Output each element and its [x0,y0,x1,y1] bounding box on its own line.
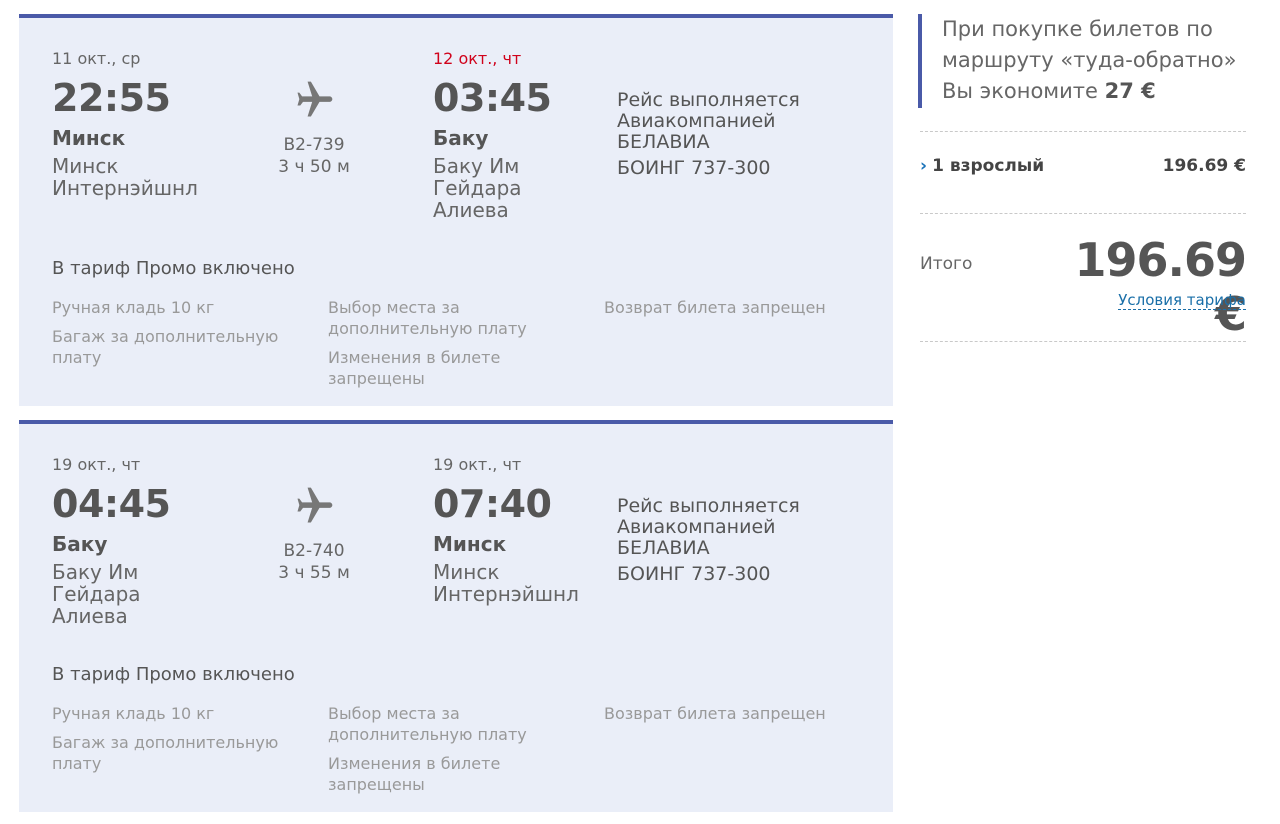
chevron-right-icon: › [920,156,928,176]
arrival-airport: Баку Им Гейдара Алиева [433,154,522,222]
savings-amount: 27 € [1104,79,1156,103]
tariff-include-item: Выбор места за дополнительную плату [328,704,527,744]
tariff-include-item: Возврат билета запрещен [604,704,826,723]
flight-card-return: 19 окт., чт 04:45 Баку Баку Им Гейдара А… [19,420,893,812]
departure-city: Баку [52,532,108,556]
passenger-label: 1 взрослый [932,156,1045,176]
aircraft-type: БОИНГ 737-300 [617,563,771,585]
tariff-include-item: Ручная кладь 10 кг [52,298,215,317]
aircraft-type: БОИНГ 737-300 [617,157,771,179]
arrival-date: 12 окт., чт [433,49,522,68]
passenger-price: 196.69 € [1162,156,1246,176]
divider [920,213,1246,214]
flight-duration: 3 ч 55 м [278,563,350,583]
passenger-toggle[interactable]: › 1 взрослый [920,156,1044,176]
arrival-city: Баку [433,126,489,150]
tariff-include-item: Ручная кладь 10 кг [52,704,215,723]
tariff-terms-link[interactable]: Условия тарифа [1118,291,1246,310]
departure-time: 22:55 [52,76,171,120]
tariff-include-item: Багаж за дополнительную плату [52,327,279,367]
tariff-include-item: Выбор места за дополнительную плату [328,298,527,338]
departure-date: 11 окт., ср [52,49,141,68]
divider [920,341,1246,342]
flight-duration: 3 ч 50 м [278,157,350,177]
departure-airport: Баку Им Гейдара Алиева [52,560,141,628]
airplane-icon [297,487,333,523]
operator-info: Рейс выполняется Авиакомпанией БЕЛАВИА [617,89,800,153]
tariff-include-item: Возврат билета запрещен [604,298,826,317]
flight-number: B2-740 [283,541,345,561]
arrival-date: 19 окт., чт [433,455,522,474]
tariff-include-item: Изменения в билете запрещены [328,754,501,794]
airplane-icon [297,81,333,117]
operator-info: Рейс выполняется Авиакомпанией БЕЛАВИА [617,495,800,559]
departure-time: 04:45 [52,482,171,526]
tariff-title: В тариф Промо включено [52,258,295,279]
tariff-title: В тариф Промо включено [52,664,295,685]
arrival-time: 07:40 [433,482,552,526]
savings-text: При покупке билетов по маршруту «туда-об… [942,17,1237,103]
divider [920,131,1246,132]
tariff-include-item: Багаж за дополнительную плату [52,733,279,773]
tariff-include-item: Изменения в билете запрещены [328,348,501,388]
arrival-time: 03:45 [433,76,552,120]
departure-city: Минск [52,126,126,150]
terms-link-wrap: Условия тарифа [1100,290,1246,310]
departure-airport: Минск Интернэйшнл [52,154,198,200]
total-label: Итого [920,254,973,274]
flight-number: B2-739 [283,135,345,155]
total-price: 196.69 € [1074,233,1247,341]
roundtrip-savings-note: При покупке билетов по маршруту «туда-об… [918,14,1248,108]
arrival-city: Минск [433,532,507,556]
departure-date: 19 окт., чт [52,455,141,474]
flight-card-outbound: 11 окт., ср 22:55 Минск Минск Интернэйшн… [19,14,893,406]
arrival-airport: Минск Интернэйшнл [433,560,579,606]
